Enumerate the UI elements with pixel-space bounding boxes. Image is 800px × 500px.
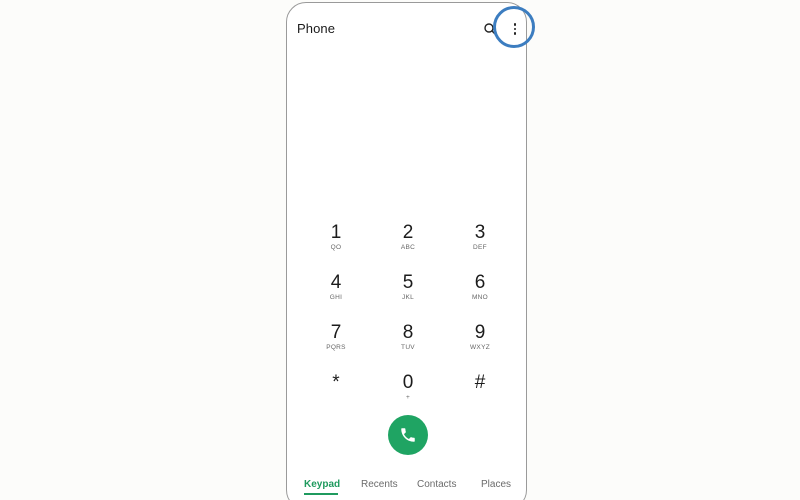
key-letters: GHI: [329, 294, 343, 301]
key-letters: +: [405, 394, 411, 401]
key-digit: 4: [330, 272, 342, 293]
tab-places[interactable]: Places: [481, 479, 511, 490]
key-digit: 9: [474, 322, 486, 343]
key-digit: 5: [402, 272, 414, 293]
bottom-tab-bar: Keypad Recents Contacts Places: [287, 479, 526, 499]
key-digit: 1: [330, 222, 342, 243]
app-title: Phone: [297, 21, 336, 36]
key-letters: QO: [330, 244, 342, 251]
key-8[interactable]: 8 TUV: [372, 321, 444, 371]
key-digit: 0: [402, 372, 414, 393]
key-4[interactable]: 4 GHI: [300, 271, 372, 321]
key-star[interactable]: *: [300, 371, 372, 421]
key-0[interactable]: 0 +: [372, 371, 444, 421]
key-7[interactable]: 7 PQRS: [300, 321, 372, 371]
active-tab-indicator: [304, 493, 338, 495]
key-3[interactable]: 3 DEF: [444, 221, 516, 271]
phone-frame: Phone 1 QO 2 ABC 3 DEF 4 GHI 5 JKL 6 MNO…: [286, 2, 527, 500]
key-digit: 3: [474, 222, 486, 243]
dial-keypad: 1 QO 2 ABC 3 DEF 4 GHI 5 JKL 6 MNO 7 PQR…: [300, 221, 516, 421]
key-letters: DEF: [473, 244, 487, 251]
search-icon: [484, 23, 496, 35]
key-2[interactable]: 2 ABC: [372, 221, 444, 271]
tab-keypad[interactable]: Keypad: [304, 479, 340, 490]
screen: Phone 1 QO 2 ABC 3 DEF 4 GHI 5 JKL 6 MNO…: [0, 0, 800, 500]
key-5[interactable]: 5 JKL: [372, 271, 444, 321]
key-9[interactable]: 9 WXYZ: [444, 321, 516, 371]
key-digit: *: [332, 372, 340, 393]
key-digit: 6: [474, 272, 486, 293]
key-digit: 7: [330, 322, 342, 343]
key-hash[interactable]: #: [444, 371, 516, 421]
more-options-button[interactable]: [507, 20, 523, 38]
key-1[interactable]: 1 QO: [300, 221, 372, 271]
tab-recents[interactable]: Recents: [361, 479, 398, 490]
phone-icon: [401, 428, 415, 442]
key-letters: ABC: [400, 244, 416, 251]
key-digit: 2: [402, 222, 414, 243]
key-letters: PQRS: [326, 344, 346, 351]
key-letters: TUV: [401, 344, 415, 351]
search-button[interactable]: [483, 20, 497, 36]
key-letters: JKL: [401, 294, 415, 301]
tab-contacts[interactable]: Contacts: [417, 479, 456, 490]
key-digit: 8: [402, 322, 414, 343]
key-letters: WXYZ: [470, 344, 490, 351]
key-6[interactable]: 6 MNO: [444, 271, 516, 321]
call-button[interactable]: [388, 415, 428, 455]
more-options-icon: [513, 23, 517, 26]
key-letters: MNO: [471, 294, 489, 301]
key-digit: #: [474, 372, 486, 393]
